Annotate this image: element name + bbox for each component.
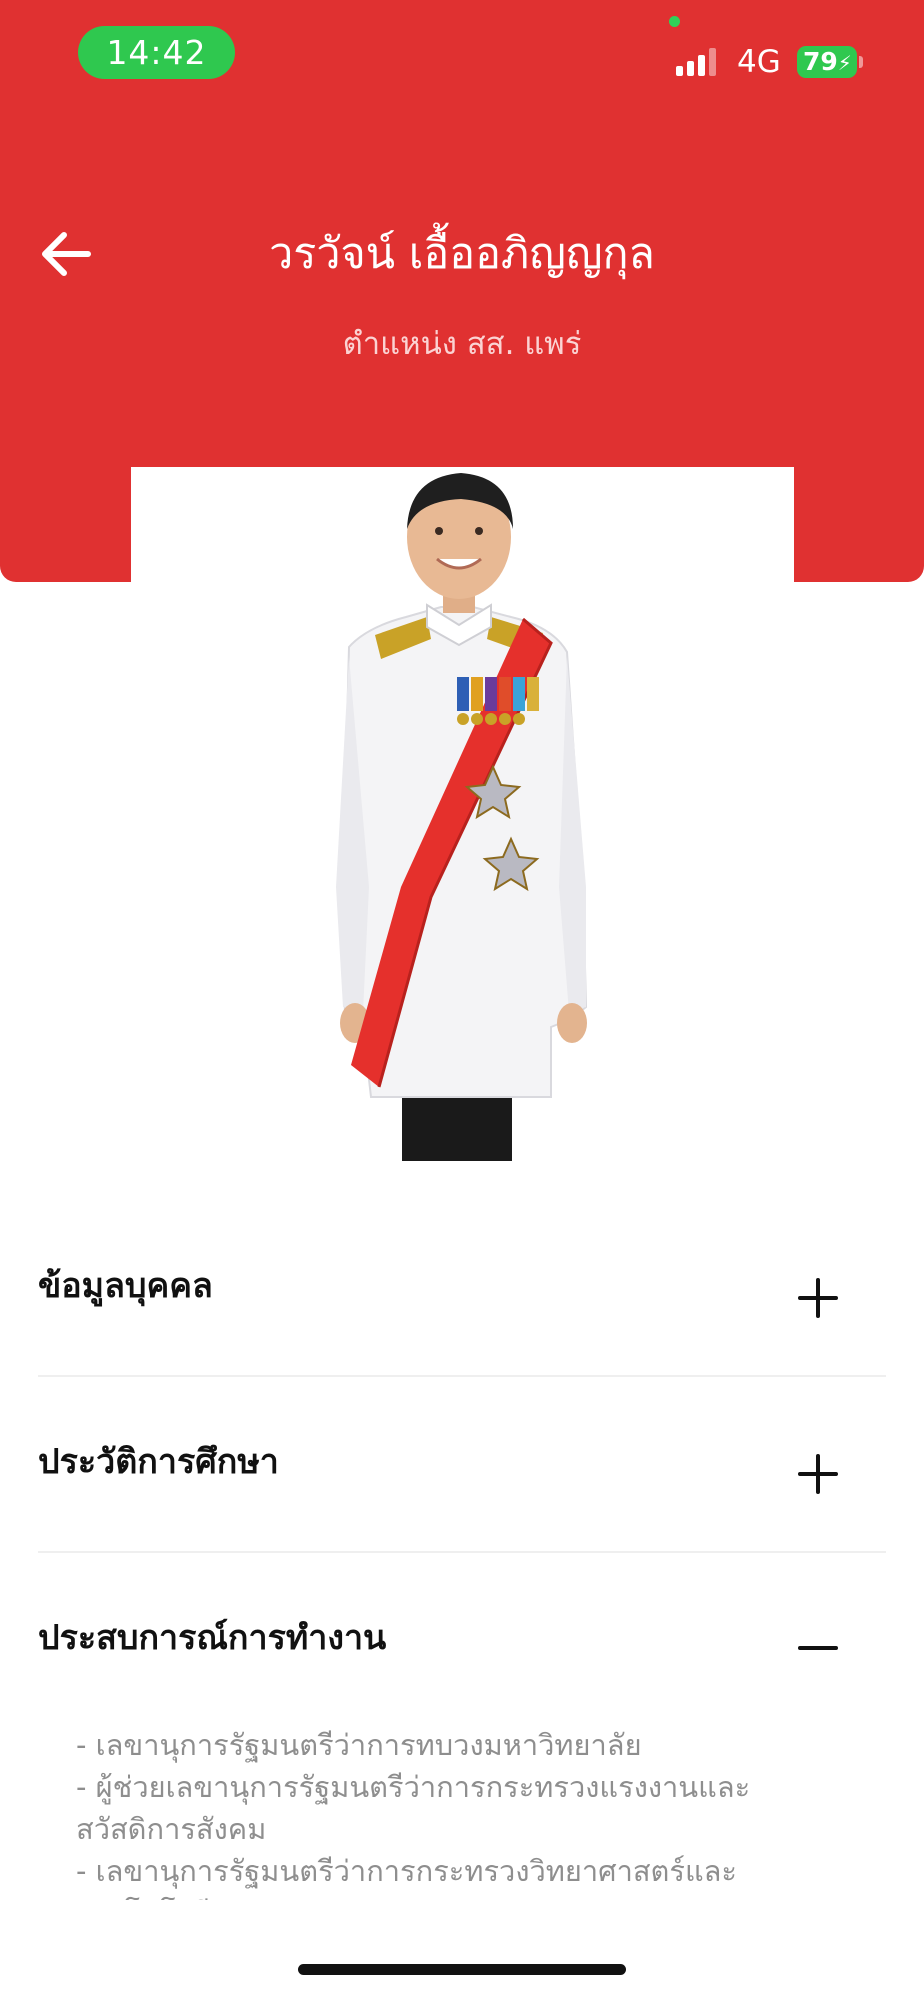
battery-icon: 79⚡: [797, 46, 857, 78]
work-experience-item: - ผู้ช่วยเลขานุการรัฐมนตรีว่าการกระทรวงแ…: [76, 1770, 751, 1846]
person-position: ตำแหน่ง สส. แพร่: [342, 326, 582, 362]
plus-icon[interactable]: [796, 1452, 840, 1496]
section-title-personal-info[interactable]: ข้อมูลบุคคล: [38, 1262, 213, 1310]
profile-screen: 14:42 4G 79⚡ วรวัจน์ เอื้ออภิญญกุล ตำแหน…: [0, 0, 924, 2000]
signal-icon: [676, 48, 720, 76]
section-title-work-experience[interactable]: ประสบการณ์การทำงาน: [38, 1614, 386, 1662]
work-experience-item: - เลขานุการรัฐมนตรีว่าการทบวงมหาวิทยาลัย: [76, 1728, 642, 1762]
plus-icon[interactable]: [796, 1276, 840, 1320]
battery-tip: [859, 56, 863, 68]
home-indicator[interactable]: [298, 1964, 626, 1975]
camera-indicator-dot: [669, 16, 680, 27]
network-type: 4G: [737, 44, 781, 80]
person-name: วรวัจน์ เอื้ออภิญญกุล: [269, 229, 655, 279]
arrow-left-icon: [42, 232, 91, 276]
section-divider: [38, 1551, 886, 1553]
battery-level: 79: [803, 47, 838, 76]
portrait-illustration: [131, 467, 794, 1161]
status-time[interactable]: 14:42: [78, 26, 235, 79]
back-button[interactable]: [36, 224, 96, 284]
profile-photo: [131, 467, 794, 1161]
bottom-safe-area: [0, 1900, 924, 2000]
section-title-education[interactable]: ประวัติการศึกษา: [38, 1438, 279, 1486]
minus-icon[interactable]: [796, 1626, 840, 1670]
section-divider: [38, 1375, 886, 1377]
